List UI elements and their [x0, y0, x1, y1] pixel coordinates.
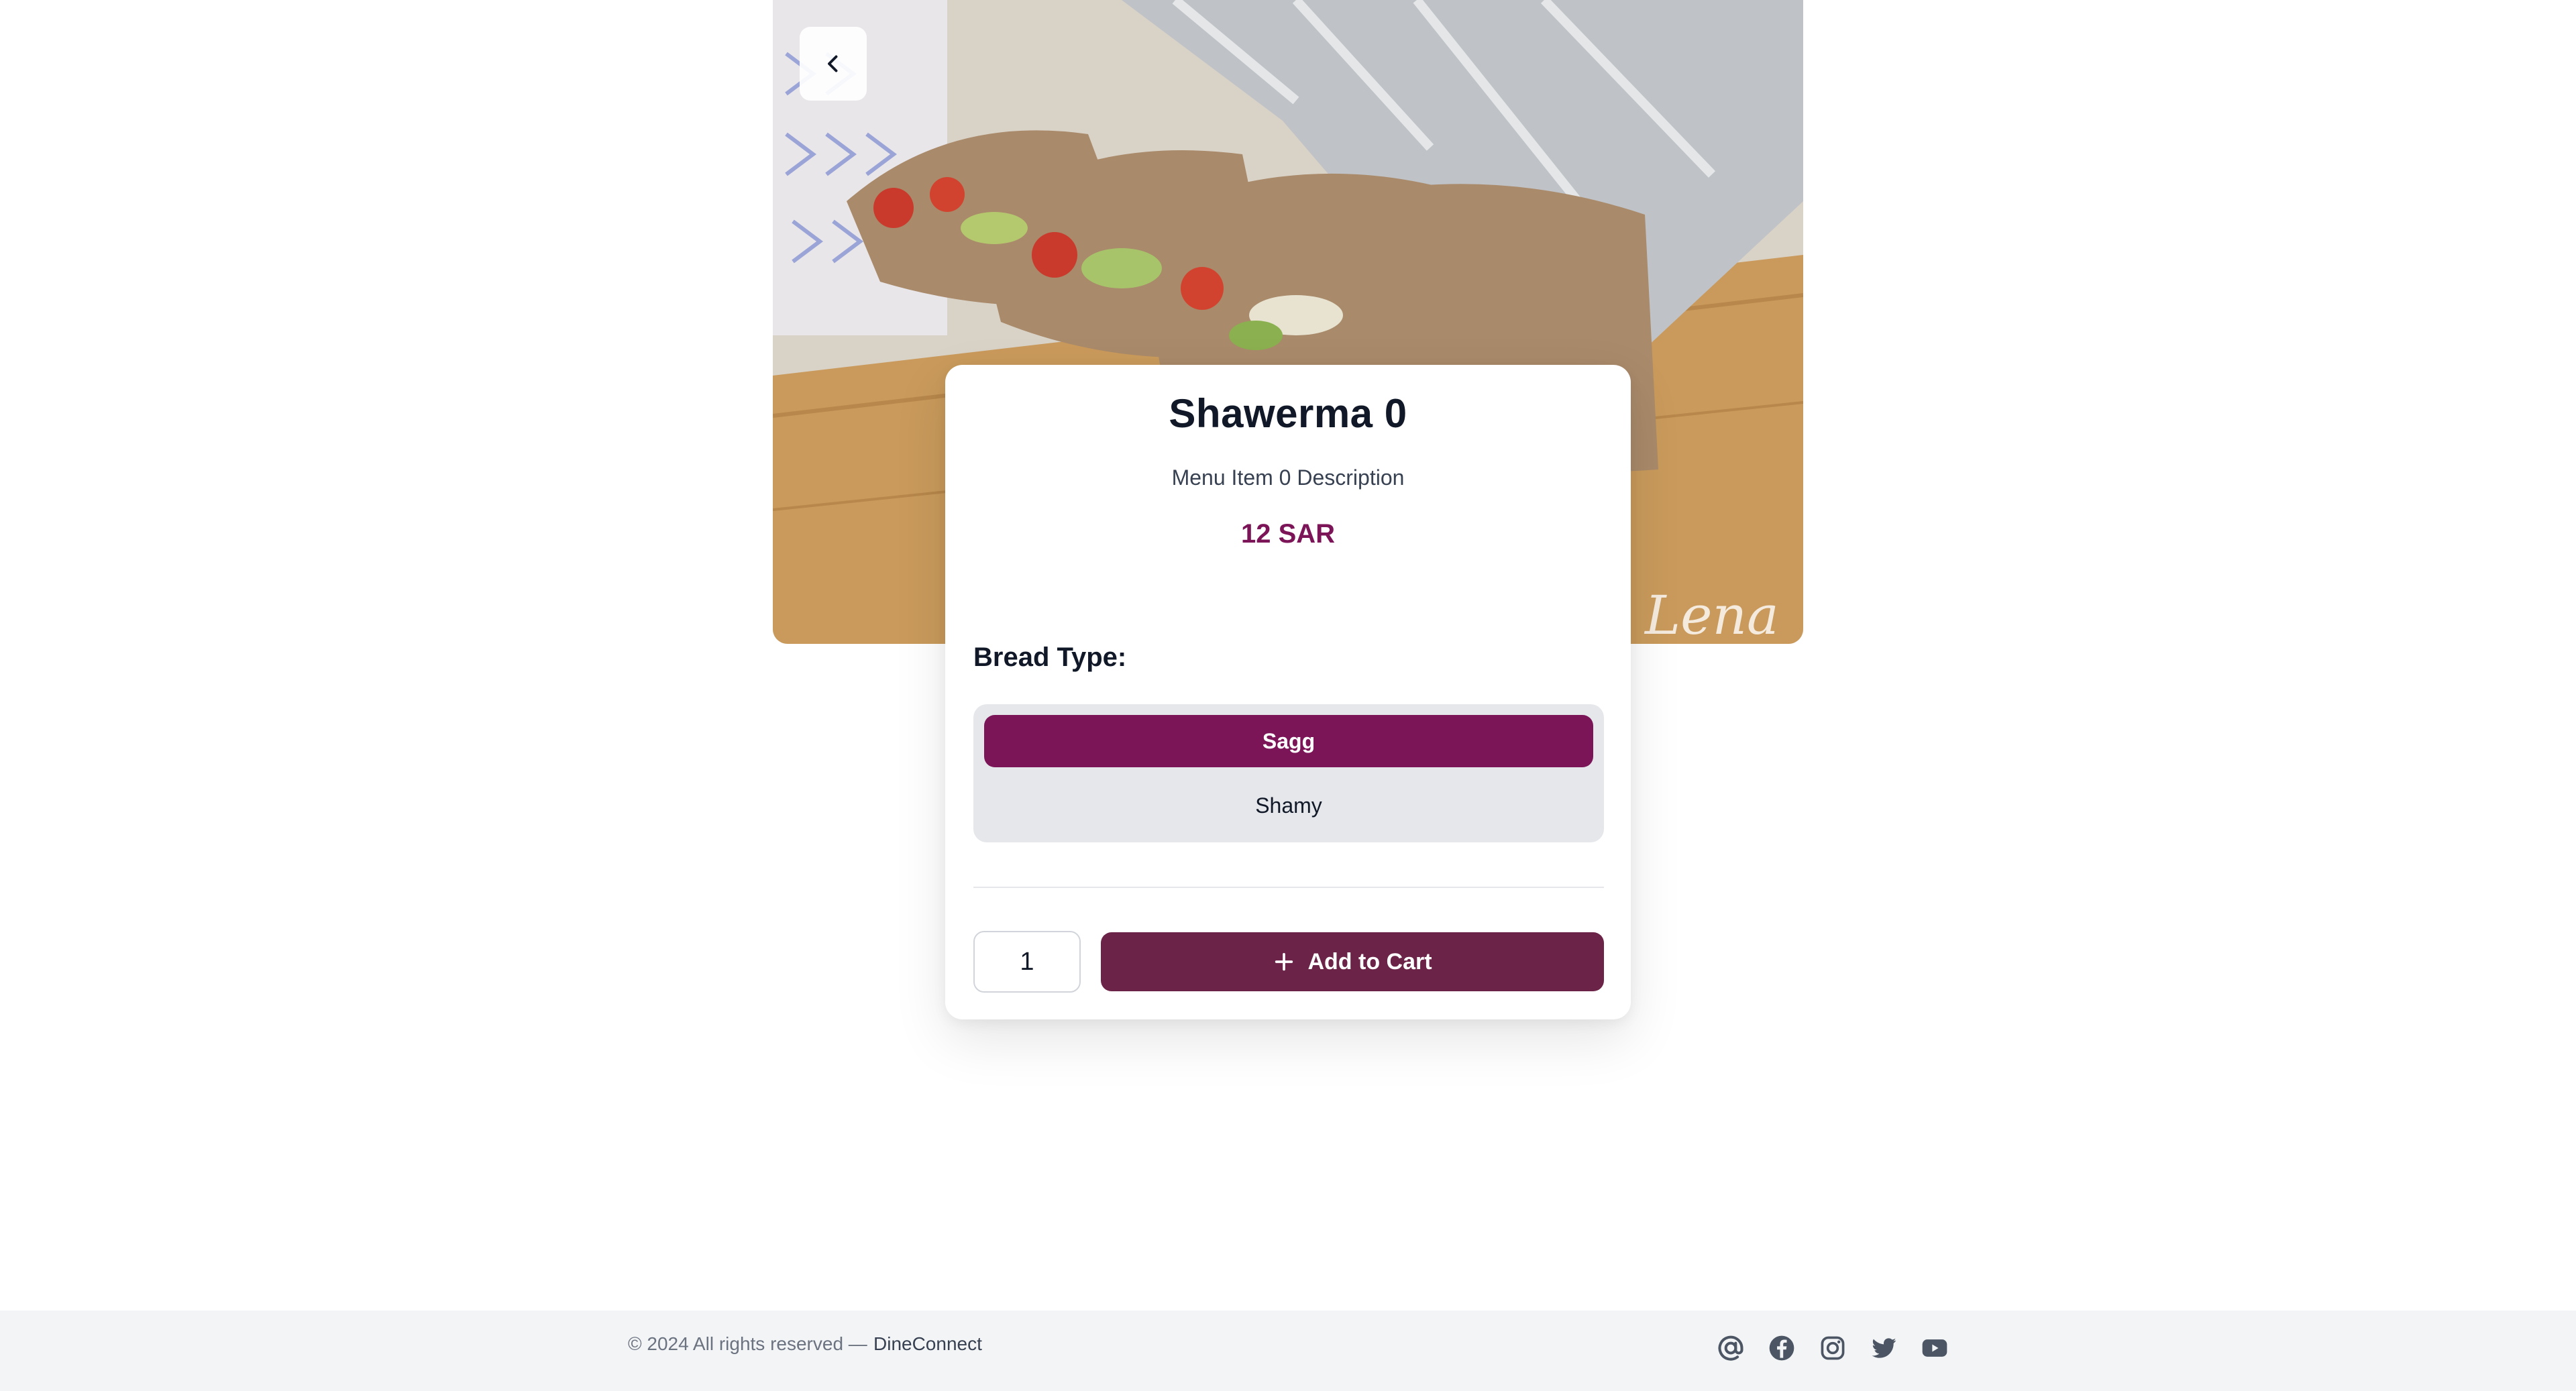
brand-link[interactable]: DineConnect: [873, 1333, 982, 1355]
add-to-cart-label: Add to Cart: [1307, 948, 1432, 975]
footer: © 2024 All rights reserved — DineConnect: [0, 1311, 2576, 1391]
instagram-icon[interactable]: [1818, 1333, 1847, 1363]
product-description: Menu Item 0 Description: [1171, 465, 1405, 490]
youtube-icon[interactable]: [1920, 1333, 1949, 1363]
product-price: 12 SAR: [1240, 519, 1336, 549]
product-card: Shawerma 0 Menu Item 0 Description 12 SA…: [945, 365, 1631, 1019]
option-sagg[interactable]: Sagg: [984, 715, 1593, 767]
divider: [973, 887, 1604, 888]
quantity-input[interactable]: [973, 931, 1081, 993]
option-shamy[interactable]: Shamy: [984, 779, 1593, 832]
social-links: [1716, 1333, 1949, 1363]
add-to-cart-button[interactable]: Add to Cart: [1101, 932, 1604, 991]
bread-type-selector: Sagg Shamy: [973, 704, 1604, 842]
product-title: Shawerma 0: [1169, 391, 1407, 436]
page: Lena Shawerma 0 Menu Item 0 Description …: [0, 0, 2576, 1391]
twitter-icon[interactable]: [1869, 1333, 1898, 1363]
at-icon[interactable]: [1716, 1333, 1746, 1363]
copyright-text: © 2024 All rights reserved —: [628, 1333, 867, 1354]
back-button[interactable]: [800, 27, 867, 101]
facebook-icon[interactable]: [1767, 1333, 1796, 1363]
chevron-left-icon: [828, 55, 838, 72]
bread-type-label: Bread Type:: [973, 643, 1127, 672]
svg-text:Lena: Lena: [1644, 584, 1779, 644]
plus-icon: [1275, 952, 1293, 971]
